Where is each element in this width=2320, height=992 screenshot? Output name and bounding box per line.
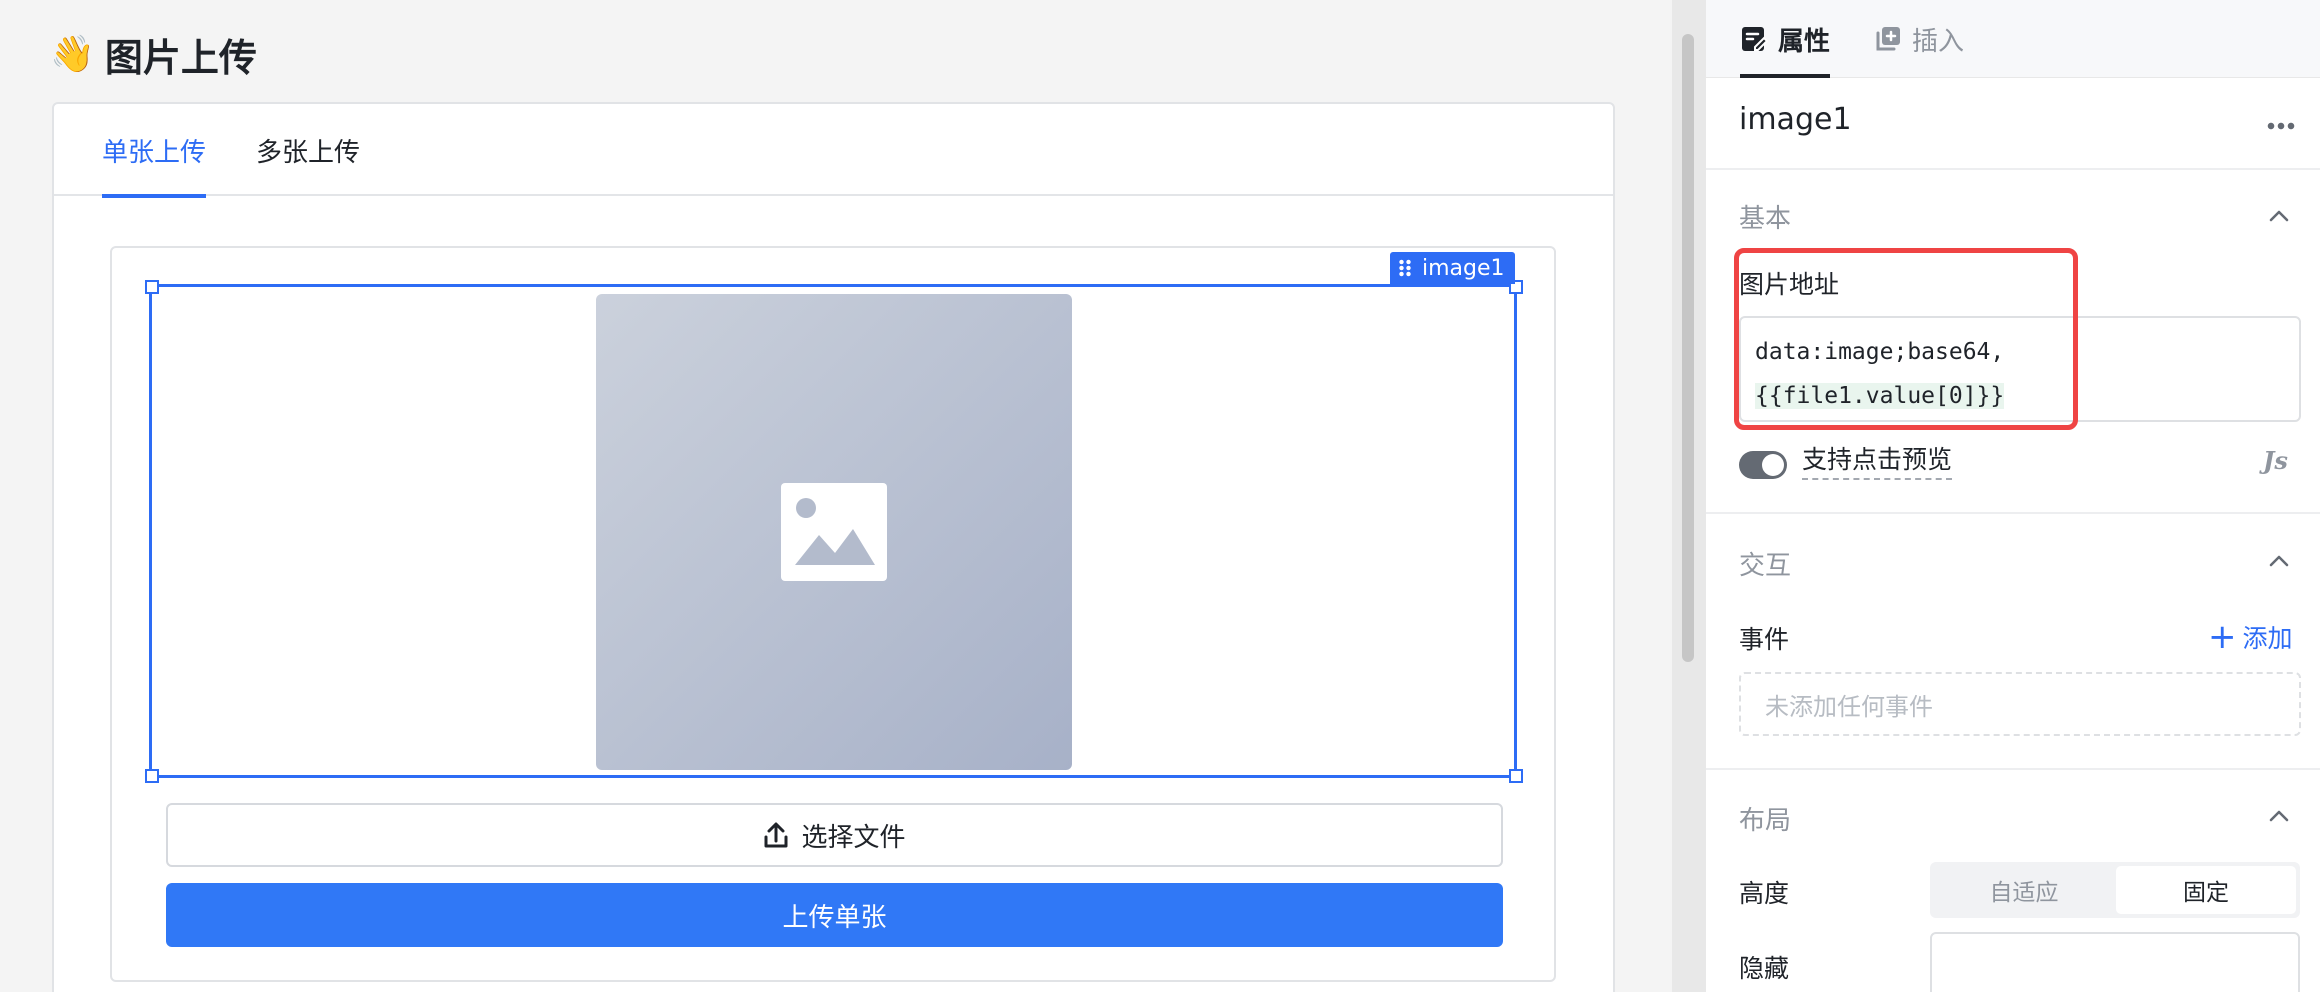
tab-single-upload[interactable]: 单张上传	[102, 104, 207, 198]
component-name-row: image1	[1706, 78, 2320, 170]
add-event-label: 添加	[2242, 624, 2293, 653]
tab-bar: 单张上传 多张上传	[54, 104, 1613, 198]
resize-handle-bottom-left[interactable]	[145, 769, 159, 783]
tab-insert[interactable]: 插入	[1874, 0, 1964, 78]
chevron-up-icon[interactable]	[2268, 550, 2290, 572]
drag-handle-icon[interactable]	[1398, 259, 1412, 277]
highlight-frame	[1734, 248, 2078, 430]
section-basic-title[interactable]: 基本	[1739, 198, 1791, 235]
hidden-input[interactable]	[1930, 932, 2300, 992]
component-tag[interactable]: image1	[1390, 252, 1515, 284]
wave-emoji-icon: 👋	[50, 34, 95, 75]
preview-toggle-label: 支持点击预览	[1802, 440, 1953, 480]
component-tag-label: image1	[1422, 255, 1505, 281]
section-interaction-title[interactable]: 交互	[1739, 545, 1791, 582]
more-horizontal-icon[interactable]	[2266, 122, 2296, 130]
preview-toggle[interactable]	[1739, 451, 1787, 479]
canvas-scrollbar-thumb[interactable]	[1682, 34, 1694, 662]
page-title-text: 图片上传	[104, 35, 257, 80]
upload-single-button[interactable]: 上传单张	[166, 883, 1503, 947]
js-icon[interactable]: Js	[2263, 446, 2288, 475]
tab-properties-label: 属性	[1778, 26, 1831, 57]
events-empty-state: 未添加任何事件	[1739, 672, 2301, 736]
upload-icon	[764, 822, 788, 848]
events-label: 事件	[1739, 625, 1790, 654]
add-event-button[interactable]: + 添加	[2208, 619, 2293, 655]
canvas: 👋 图片上传 单张上传 多张上传 image1 选择文件 上传单张	[0, 0, 1672, 992]
hidden-label: 隐藏	[1739, 954, 1790, 983]
add-square-icon	[1876, 27, 1900, 51]
select-file-button[interactable]: 选择文件	[166, 803, 1503, 867]
resize-handle-top-left[interactable]	[145, 280, 159, 294]
edit-doc-icon	[1742, 27, 1768, 51]
component-name[interactable]: image1	[1739, 102, 1852, 137]
height-option-fixed[interactable]: 固定	[2116, 866, 2296, 914]
property-panel: 属性 插入 image1 基本 图片地址 data:image;base64, …	[1706, 0, 2320, 992]
tab-insert-label: 插入	[1912, 26, 1965, 57]
chevron-up-icon[interactable]	[2268, 205, 2290, 227]
height-label: 高度	[1739, 879, 1790, 908]
height-option-auto[interactable]: 自适应	[1934, 866, 2114, 914]
resize-handle-bottom-right[interactable]	[1509, 769, 1523, 783]
section-layout-title[interactable]: 布局	[1739, 800, 1791, 837]
tab-multi-upload[interactable]: 多张上传	[256, 104, 360, 196]
chevron-up-icon[interactable]	[2268, 805, 2290, 827]
tab-properties[interactable]: 属性	[1740, 0, 1831, 78]
plus-icon: +	[2208, 617, 2237, 657]
page-title: 👋 图片上传	[50, 28, 257, 80]
height-mode-segmented: 自适应 固定	[1930, 862, 2300, 918]
divider	[1706, 512, 2320, 514]
select-file-label: 选择文件	[801, 821, 906, 852]
events-empty-text: 未添加任何事件	[1765, 692, 1933, 721]
divider	[1706, 768, 2320, 770]
panel-tab-bar: 属性 插入	[1706, 0, 2320, 78]
image-icon	[781, 483, 887, 581]
upload-single-label: 上传单张	[782, 901, 887, 932]
